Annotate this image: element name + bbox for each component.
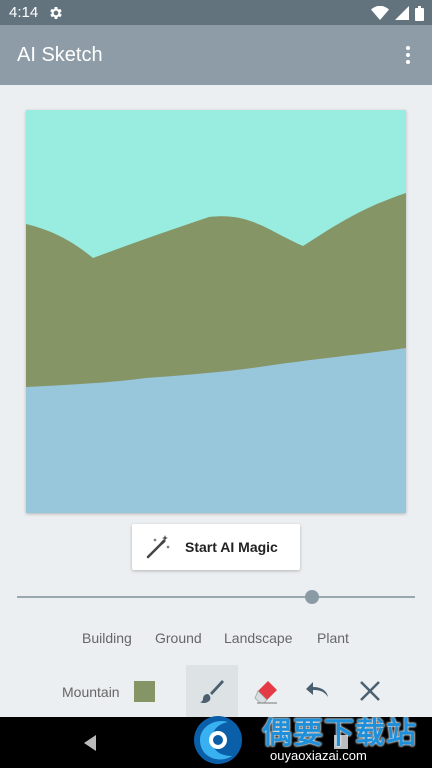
watermark-title: 偶要下载站 (262, 717, 417, 750)
start-ai-magic-button[interactable]: Start AI Magic (132, 524, 300, 570)
wifi-icon (371, 6, 389, 20)
category-tabs: Building Ground Landscape Plant (0, 630, 432, 650)
status-bar: 4:14 (0, 0, 432, 25)
back-icon[interactable] (80, 733, 100, 753)
current-color-swatch[interactable] (134, 681, 155, 702)
sketch-canvas[interactable] (26, 110, 406, 513)
clear-icon (360, 681, 380, 701)
sketch-drawing[interactable] (26, 110, 406, 513)
app-bar: AI Sketch (0, 25, 432, 85)
category-building[interactable]: Building (82, 630, 132, 646)
current-material-label[interactable]: Mountain (62, 684, 120, 700)
category-plant[interactable]: Plant (317, 630, 349, 646)
slider-thumb[interactable] (305, 590, 319, 604)
settings-gear-icon (50, 7, 62, 19)
category-landscape[interactable]: Landscape (224, 630, 293, 646)
cellular-icon (395, 6, 409, 20)
brush-icon (200, 680, 224, 704)
brush-size-slider[interactable] (17, 588, 415, 606)
app-title: AI Sketch (17, 44, 103, 66)
watermark-subtitle: ouyaoxiazai.com (270, 748, 367, 763)
eraser-icon (254, 681, 277, 704)
slider-track[interactable] (17, 596, 415, 598)
battery-icon (415, 5, 424, 21)
watermark: 偶要下载站 ouyaoxiazai.com (188, 704, 432, 768)
watermark-logo-icon (194, 716, 242, 764)
overflow-menu-icon[interactable] (396, 43, 420, 67)
status-time: 4:14 (9, 4, 39, 21)
undo-icon (306, 682, 328, 697)
start-ai-magic-label: Start AI Magic (185, 539, 278, 555)
category-ground[interactable]: Ground (155, 630, 202, 646)
magic-wand-icon (146, 535, 170, 559)
